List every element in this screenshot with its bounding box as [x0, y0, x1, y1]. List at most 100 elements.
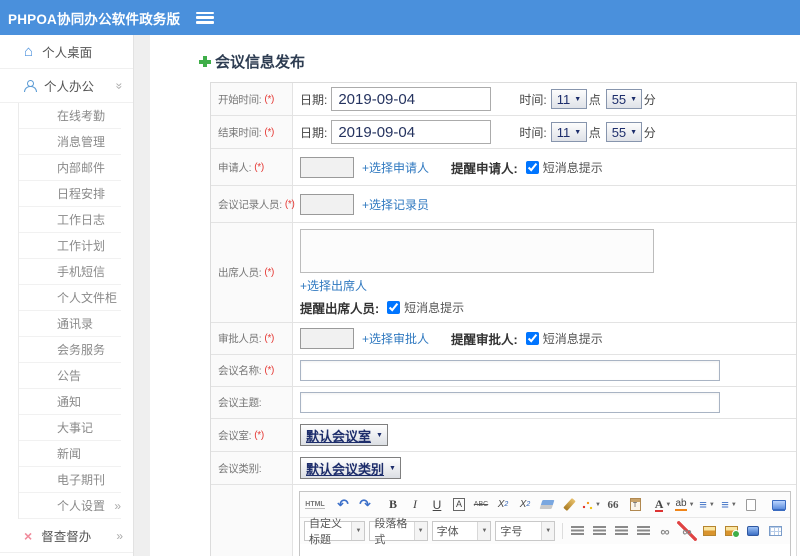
upload-image-icon[interactable]: [721, 521, 741, 541]
select-attendees-link[interactable]: +选择出席人: [300, 277, 796, 294]
sub-mark: 2: [526, 501, 531, 508]
sidebar-subitem-e-journal[interactable]: 电子期刊: [19, 467, 121, 493]
meeting-category-select[interactable]: 默认会议类别 ▼: [300, 457, 401, 479]
sidebar-subitem-contacts[interactable]: 通讯录: [19, 311, 121, 337]
page-title: 会议信息发布: [215, 54, 306, 71]
sidebar-subitem-internal-mail[interactable]: 内部邮件: [19, 155, 121, 181]
sidebar-subitem-schedule[interactable]: 日程安排: [19, 181, 121, 207]
start-hour-select[interactable]: 11 ▼: [550, 89, 587, 109]
applicant-input[interactable]: [300, 156, 354, 178]
font-family-select[interactable]: 字体 ▼: [431, 521, 492, 541]
form-row-start-time: 开始时间: (*) 日期: 时间: 11 ▼ 点 55 ▼: [211, 83, 796, 116]
approver-input[interactable]: [300, 328, 354, 349]
sidebar-subitem-meeting-service[interactable]: 会务服务: [19, 337, 121, 363]
hamburger-menu-icon[interactable]: [196, 11, 215, 24]
paste-icon[interactable]: T: [625, 495, 645, 515]
align-justify-icon[interactable]: [633, 521, 653, 541]
meeting-room-select[interactable]: 默认会议室 ▼: [300, 424, 388, 446]
format-brush-icon[interactable]: [559, 495, 579, 515]
paragraph-format-select[interactable]: 段落格式 ▼: [369, 518, 428, 546]
sidebar-subitem-sms[interactable]: 手机短信: [19, 259, 121, 285]
attendees-label: 出席人员: (*): [211, 223, 293, 322]
sidebar-item-personal-office[interactable]: 个人办公 »: [0, 69, 133, 103]
approver-sms-checkbox[interactable]: [525, 332, 539, 345]
sidebar-subitem-notice[interactable]: 通知: [19, 389, 121, 415]
remind-approver-label: 提醒审批人:: [451, 333, 518, 347]
meeting-name-input[interactable]: [300, 360, 720, 381]
start-minute-select[interactable]: 55 ▼: [605, 89, 642, 109]
sidebar-item-supervision[interactable]: × 督查督办 »: [0, 519, 133, 553]
select-applicant-link[interactable]: +选择申请人: [362, 159, 429, 176]
sidebar-subitem-file-cabinet[interactable]: 个人文件柜: [19, 285, 121, 311]
attendees-sms-checkbox[interactable]: [387, 301, 401, 314]
custom-title-select[interactable]: 自定义标题 ▼: [304, 518, 366, 546]
time-label: 时间:: [519, 92, 547, 107]
meeting-room-label: 会议室: (*): [211, 419, 293, 451]
meeting-topic-label: 会议主题:: [211, 387, 293, 418]
chevron-right-icon: »: [116, 528, 123, 543]
chevron-down-icon: ▼: [630, 128, 638, 136]
subscript-icon[interactable]: X2: [515, 495, 535, 515]
chevron-down-icon: ▼: [574, 95, 582, 103]
doodle-icon[interactable]: ▼: [581, 495, 601, 515]
insert-table-icon[interactable]: [765, 521, 785, 541]
eraser-icon[interactable]: [537, 495, 557, 515]
undo-icon[interactable]: ↶: [333, 495, 353, 515]
sidebar-subitem-work-plan[interactable]: 工作计划: [19, 233, 121, 259]
end-minute-select[interactable]: 55 ▼: [605, 122, 642, 142]
sidebar-subitem-events[interactable]: 大事记: [19, 415, 121, 441]
chevron-down-icon: ▼: [630, 95, 638, 103]
insert-image-icon[interactable]: [699, 521, 719, 541]
underline-icon[interactable]: U: [427, 495, 447, 515]
html-source-button[interactable]: HTML: [305, 495, 325, 515]
remove-link-icon[interactable]: ∞: [677, 521, 697, 541]
align-left-icon[interactable]: [567, 521, 587, 541]
sidebar-item-personal-desktop[interactable]: ⌂ 个人桌面: [0, 35, 133, 69]
sidebar-subitem-attendance[interactable]: 在线考勤: [19, 103, 121, 129]
sidebar-subitem-messages[interactable]: 消息管理: [19, 129, 121, 155]
ordered-list-icon[interactable]: ≡ ▼: [697, 495, 717, 515]
form-row-attendees: 出席人员: (*) +选择出席人 提醒出席人员: 短消息提示: [211, 223, 796, 323]
sidebar-subitem-work-log[interactable]: 工作日志: [19, 207, 121, 233]
clipboard-glyph: T: [629, 498, 641, 511]
select-approver-link[interactable]: +选择审批人: [362, 330, 429, 347]
recorder-input[interactable]: [300, 193, 354, 215]
meeting-topic-input[interactable]: [300, 392, 720, 413]
select-recorder-link[interactable]: +选择记录员: [362, 196, 429, 213]
attendees-remind-line: 提醒出席人员: 短消息提示: [300, 298, 796, 317]
applicant-sms-checkbox[interactable]: [525, 160, 539, 174]
font-size-select[interactable]: 字号 ▼: [495, 521, 556, 541]
remind-applicant-label: 提醒申请人:: [451, 161, 518, 176]
unordered-list-icon[interactable]: ≡ ▼: [719, 495, 739, 515]
end-date-input[interactable]: [331, 120, 492, 144]
sidebar-subitem-announcement[interactable]: 公告: [19, 363, 121, 389]
end-hour-select[interactable]: 11 ▼: [550, 122, 587, 142]
home-icon: ⌂: [24, 43, 34, 60]
blockquote-icon[interactable]: 66: [603, 495, 623, 515]
strikethrough-icon[interactable]: ABC: [471, 495, 491, 515]
sidebar-subitem-personal-settings[interactable]: 个人设置 »: [19, 493, 121, 519]
meeting-form: 开始时间: (*) 日期: 时间: 11 ▼ 点 55 ▼: [210, 82, 797, 556]
new-page-icon[interactable]: [741, 495, 761, 515]
italic-icon[interactable]: I: [405, 495, 425, 515]
redo-icon[interactable]: ↷: [355, 495, 375, 515]
insert-media-icon[interactable]: [743, 521, 763, 541]
layout: ⌂ 个人桌面 个人办公 » 在线考勤 消息管理 内部邮件 日程安排 工作日志 工…: [0, 35, 800, 556]
start-date-input[interactable]: [331, 87, 492, 111]
bold-icon[interactable]: B: [383, 495, 403, 515]
font-border-icon[interactable]: A: [449, 495, 469, 515]
recorder-label: 会议记录人员: (*): [211, 186, 295, 222]
sidebar-subitem-news[interactable]: 新闻: [19, 441, 121, 467]
chevron-down-icon: ▼: [351, 522, 365, 540]
align-center-icon[interactable]: [589, 521, 609, 541]
highlight-color-icon[interactable]: ab ▼: [675, 495, 695, 515]
fullscreen-icon[interactable]: [769, 495, 789, 515]
align-right-icon[interactable]: [611, 521, 631, 541]
attendees-textarea[interactable]: [300, 229, 654, 273]
superscript-icon[interactable]: X2: [493, 495, 513, 515]
insert-link-icon[interactable]: ∞: [655, 521, 675, 541]
label-text: 结束时间:: [218, 126, 262, 139]
font-color-icon[interactable]: A ▼: [653, 495, 673, 515]
meeting-category-label: 会议类别:: [211, 452, 293, 484]
subitem-label: 通讯录: [57, 316, 94, 331]
